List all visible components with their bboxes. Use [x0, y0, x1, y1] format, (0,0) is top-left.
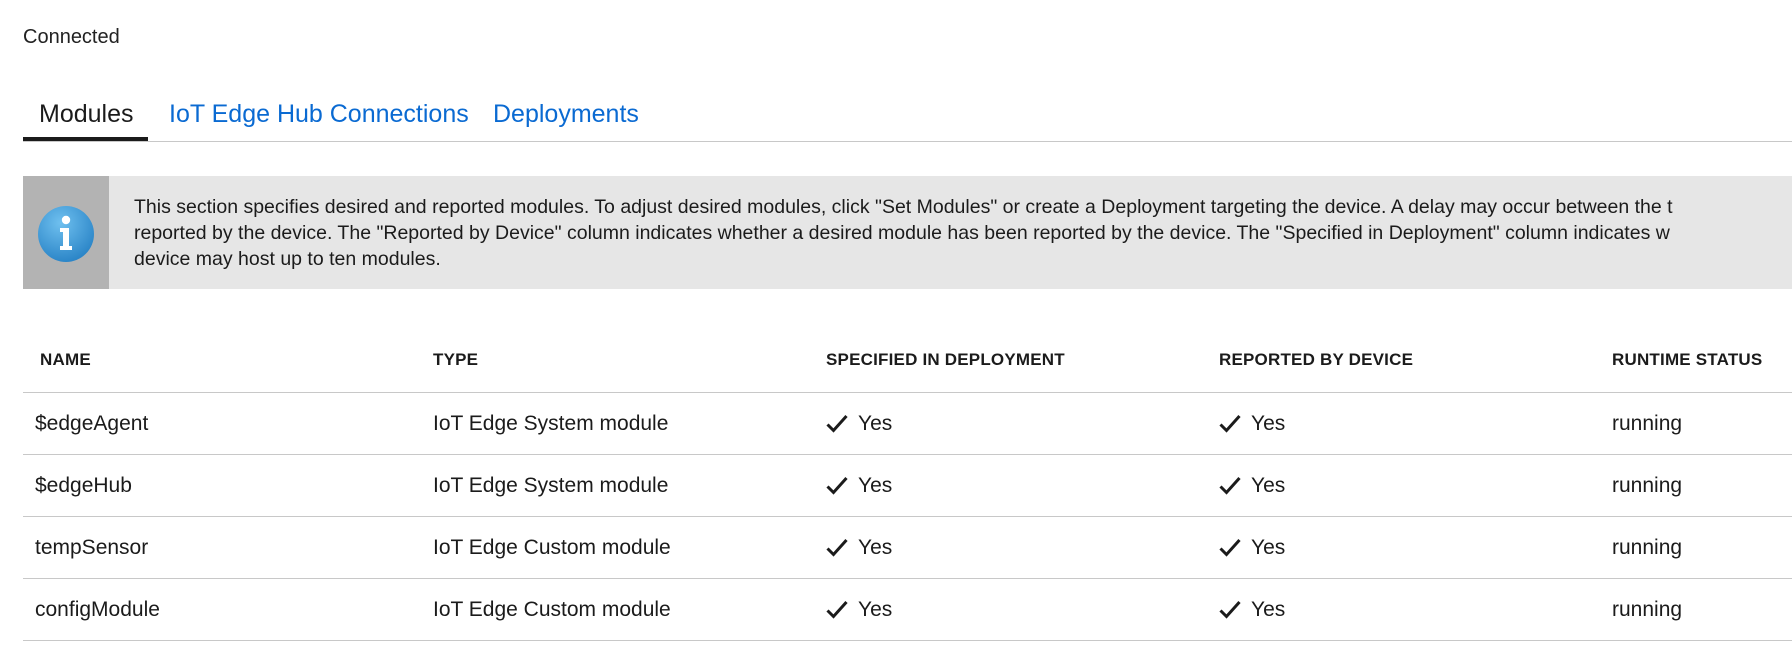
checkmark-icon: [826, 538, 848, 557]
runtime-status: running: [1612, 535, 1683, 559]
checkmark-icon: [826, 414, 848, 433]
column-header-specified-in-deployment[interactable]: SPECIFIED IN DEPLOYMENT: [826, 337, 1065, 392]
checkmark-icon: [826, 476, 848, 495]
reported-by-device-cell: Yes: [1219, 517, 1285, 578]
reported-value: Yes: [1251, 597, 1286, 621]
tab-bar: Modules IoT Edge Hub Connections Deploym…: [23, 96, 1792, 142]
table-row[interactable]: $edgeHub IoT Edge System module Yes Yes …: [23, 455, 1792, 517]
active-tab-indicator: [23, 137, 148, 141]
specified-value: Yes: [858, 597, 893, 621]
reported-value: Yes: [1251, 535, 1286, 559]
tab-deployments[interactable]: Deployments: [493, 100, 639, 129]
tab-iot-edge-hub-connections[interactable]: IoT Edge Hub Connections: [169, 100, 469, 129]
specified-in-deployment-cell: Yes: [826, 455, 892, 516]
specified-value: Yes: [858, 535, 893, 559]
info-text: This section specifies desired and repor…: [134, 196, 1673, 270]
checkmark-icon: [1219, 414, 1241, 433]
module-type: IoT Edge System module: [433, 411, 669, 435]
column-header-name[interactable]: NAME: [40, 337, 91, 392]
table-header-row: NAME TYPE SPECIFIED IN DEPLOYMENT REPORT…: [23, 337, 1792, 393]
info-icon: [38, 206, 94, 262]
info-banner: This section specifies desired and repor…: [23, 176, 1792, 289]
module-name-link[interactable]: $edgeHub: [35, 455, 132, 516]
checkmark-icon: [1219, 538, 1241, 557]
specified-in-deployment-cell: Yes: [826, 517, 892, 578]
modules-table: NAME TYPE SPECIFIED IN DEPLOYMENT REPORT…: [23, 337, 1792, 641]
reported-by-device-cell: Yes: [1219, 455, 1285, 516]
table-row[interactable]: configModule IoT Edge Custom module Yes …: [23, 579, 1792, 641]
table-row[interactable]: tempSensor IoT Edge Custom module Yes Ye…: [23, 517, 1792, 579]
tab-modules[interactable]: Modules: [39, 100, 134, 129]
module-name-link[interactable]: $edgeAgent: [35, 393, 148, 454]
module-type: IoT Edge System module: [433, 473, 669, 497]
runtime-status: running: [1612, 411, 1683, 435]
specified-value: Yes: [858, 473, 893, 497]
module-type: IoT Edge Custom module: [433, 597, 671, 621]
specified-value: Yes: [858, 411, 893, 435]
runtime-status: running: [1612, 597, 1683, 621]
connection-status: Connected: [23, 26, 120, 48]
table-row[interactable]: $edgeAgent IoT Edge System module Yes Ye…: [23, 393, 1792, 455]
reported-value: Yes: [1251, 411, 1286, 435]
specified-in-deployment-cell: Yes: [826, 393, 892, 454]
column-header-runtime-status[interactable]: RUNTIME STATUS: [1612, 337, 1762, 392]
column-header-reported-by-device[interactable]: REPORTED BY DEVICE: [1219, 337, 1413, 392]
checkmark-icon: [826, 600, 848, 619]
info-icon-box: [23, 176, 109, 289]
module-name-link[interactable]: tempSensor: [35, 517, 148, 578]
module-type: IoT Edge Custom module: [433, 535, 671, 559]
runtime-status: running: [1612, 473, 1683, 497]
module-name-link[interactable]: configModule: [35, 579, 160, 640]
reported-value: Yes: [1251, 473, 1286, 497]
specified-in-deployment-cell: Yes: [826, 579, 892, 640]
checkmark-icon: [1219, 476, 1241, 495]
reported-by-device-cell: Yes: [1219, 393, 1285, 454]
checkmark-icon: [1219, 600, 1241, 619]
reported-by-device-cell: Yes: [1219, 579, 1285, 640]
column-header-type[interactable]: TYPE: [433, 337, 478, 392]
